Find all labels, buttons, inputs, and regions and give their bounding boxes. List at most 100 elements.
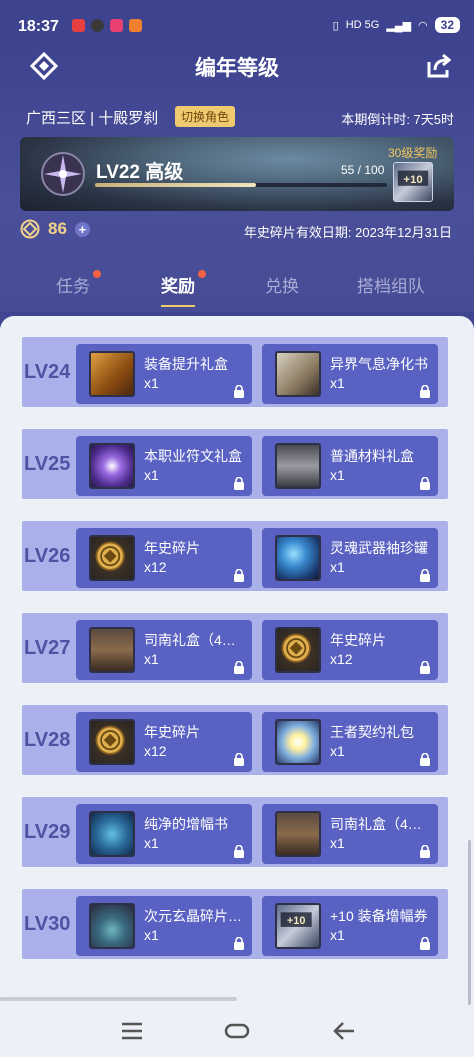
reward-item-card[interactable]: 普通材料礼盒 x1 <box>262 436 438 496</box>
coin-icon <box>89 535 135 581</box>
reward-item-quantity: x1 <box>144 651 159 667</box>
reward-item-card[interactable]: 年史碎片 x12 <box>76 528 252 588</box>
level-emblem-icon <box>41 152 85 196</box>
lock-icon <box>233 752 245 766</box>
tab-exchange[interactable]: 兑换 <box>265 272 299 297</box>
soul-jar-icon <box>275 535 321 581</box>
menu-icon[interactable] <box>118 1018 146 1044</box>
home-icon[interactable] <box>223 1018 251 1044</box>
reward-row-level: LV24 <box>24 361 71 383</box>
tab-partner-team[interactable]: 搭档组队 <box>357 272 425 297</box>
reward-item-quantity: x1 <box>330 467 345 483</box>
reward-item-card[interactable]: 年史碎片 x12 <box>262 620 438 680</box>
page-title: 编年等级 <box>195 57 279 80</box>
coin-icon <box>275 627 321 673</box>
lock-icon <box>419 476 431 490</box>
reward-item-quantity: x1 <box>330 559 345 575</box>
rune-box-icon <box>89 443 135 489</box>
reward-item-name: 次元玄晶碎片礼袋 <box>144 908 248 924</box>
fragment-count: 86 <box>48 219 67 238</box>
reward-row: LV28 年史碎片 x12 王者契约礼包 x1 <box>22 705 448 775</box>
compass-box-icon <box>275 811 321 857</box>
coin-icon <box>89 719 135 765</box>
status-right: ▯ HD 5G ▂▄▆ ◠ 32 <box>333 17 460 33</box>
lock-icon <box>233 568 245 582</box>
reward-item-card[interactable]: +10 +10 装备增幅券 x1 <box>262 896 438 956</box>
lock-icon <box>233 844 245 858</box>
reward-item-quantity: x1 <box>330 927 345 943</box>
reward-item-card[interactable]: 司南礼盒（4个） x1 <box>262 804 438 864</box>
tab-tasks[interactable]: 任务 <box>56 270 101 297</box>
vertical-scrollbar[interactable] <box>468 840 471 1005</box>
lock-icon <box>419 844 431 858</box>
back-icon[interactable] <box>330 1018 358 1044</box>
currency-row: 86 + <box>20 219 90 239</box>
reward-row-level: LV28 <box>24 729 71 751</box>
reward-item-card[interactable]: 本职业符文礼盒 x1 <box>76 436 252 496</box>
milestone-reward-label: 30级奖励 <box>388 146 438 160</box>
reward-row: LV25 本职业符文礼盒 x1 普通材料礼盒 x1 <box>22 429 448 499</box>
reward-item-name: 年史碎片 <box>144 724 200 740</box>
notification-icons <box>72 19 142 32</box>
system-nav-bar <box>0 1006 474 1057</box>
level-progress-fill <box>95 183 256 187</box>
lock-icon <box>233 660 245 674</box>
reward-item-card[interactable]: 异界气息净化书 x1 <box>262 344 438 404</box>
reward-row: LV24 装备提升礼盒 x1 异界气息净化书 x1 <box>22 337 448 407</box>
amplify-ticket-icon: +10 <box>275 903 321 949</box>
reward-item-quantity: x1 <box>144 927 159 943</box>
reward-item-card[interactable]: 次元玄晶碎片礼袋 x1 <box>76 896 252 956</box>
material-box-icon <box>275 443 321 489</box>
reward-item-card[interactable]: 装备提升礼盒 x1 <box>76 344 252 404</box>
reward-item-card[interactable]: 灵魂武器袖珍罐 x1 <box>262 528 438 588</box>
switch-role-button[interactable]: 切换角色 <box>175 106 236 127</box>
wifi-icon: ◠ <box>418 19 428 32</box>
reward-item-name: 普通材料礼盒 <box>330 448 414 464</box>
tab-label: 兑换 <box>265 277 299 296</box>
fragment-coin-icon <box>20 219 40 239</box>
reward-row: LV27 司南礼盒（4个） x1 年史碎片 x12 <box>22 613 448 683</box>
reward-row-level: LV27 <box>24 637 71 659</box>
milestone-reward-icon[interactable]: +10 <box>393 162 433 202</box>
reward-item-name: 年史碎片 <box>330 632 386 648</box>
reward-item-card[interactable]: 纯净的增幅书 x1 <box>76 804 252 864</box>
reward-row-level: LV26 <box>24 545 71 567</box>
tab-badge <box>198 270 206 278</box>
share-icon[interactable] <box>425 52 453 80</box>
reward-item-quantity: x1 <box>144 467 159 483</box>
tab-active-indicator <box>161 305 195 307</box>
reward-item-card[interactable]: 王者契约礼包 x1 <box>262 712 438 772</box>
reward-item-name: 年史碎片 <box>144 540 200 556</box>
reward-item-name: 王者契约礼包 <box>330 724 414 740</box>
add-fragment-button[interactable]: + <box>74 221 90 237</box>
network-label: HD 5G <box>345 19 380 31</box>
reward-item-name: 灵魂武器袖珍罐 <box>330 540 428 556</box>
reward-item-name: 司南礼盒（4个） <box>330 816 434 832</box>
tab-badge <box>93 270 101 278</box>
lock-icon <box>419 660 431 674</box>
contract-icon <box>275 719 321 765</box>
reward-list-panel[interactable]: LV24 装备提升礼盒 x1 异界气息净化书 x1 LV25 本职业符文礼盒 x1 普通材料礼盒… <box>0 316 474 1006</box>
level-progress-text: 55 / 100 <box>341 163 385 177</box>
lock-icon <box>419 752 431 766</box>
reward-item-card[interactable]: 司南礼盒（4个） x1 <box>76 620 252 680</box>
crystal-bag-icon <box>89 903 135 949</box>
fragment-expire-date: 年史碎片有效日期: 2023年12月31日 <box>243 225 452 240</box>
reward-item-card[interactable]: 年史碎片 x12 <box>76 712 252 772</box>
reward-item-quantity: x1 <box>330 743 345 759</box>
compass-box-icon <box>89 627 135 673</box>
app-notification-icon <box>72 19 85 32</box>
reward-item-name: 纯净的增幅书 <box>144 816 228 832</box>
chest-icon <box>89 351 135 397</box>
tab-rewards[interactable]: 奖励 <box>161 270 206 307</box>
lock-icon <box>419 936 431 950</box>
current-level: LV22 高级 <box>96 162 184 183</box>
reward-row-level: LV30 <box>24 913 71 935</box>
reward-item-quantity: x1 <box>330 835 345 851</box>
lock-icon <box>233 384 245 398</box>
reward-item-quantity: x1 <box>144 835 159 851</box>
tab-bar: 任务 奖励 兑换 搭档组队 <box>0 270 474 312</box>
vibrate-icon: ▯ <box>332 19 339 32</box>
reward-row: LV29 纯净的增幅书 x1 司南礼盒（4个） x1 <box>22 797 448 867</box>
amplify-book-icon <box>89 811 135 857</box>
